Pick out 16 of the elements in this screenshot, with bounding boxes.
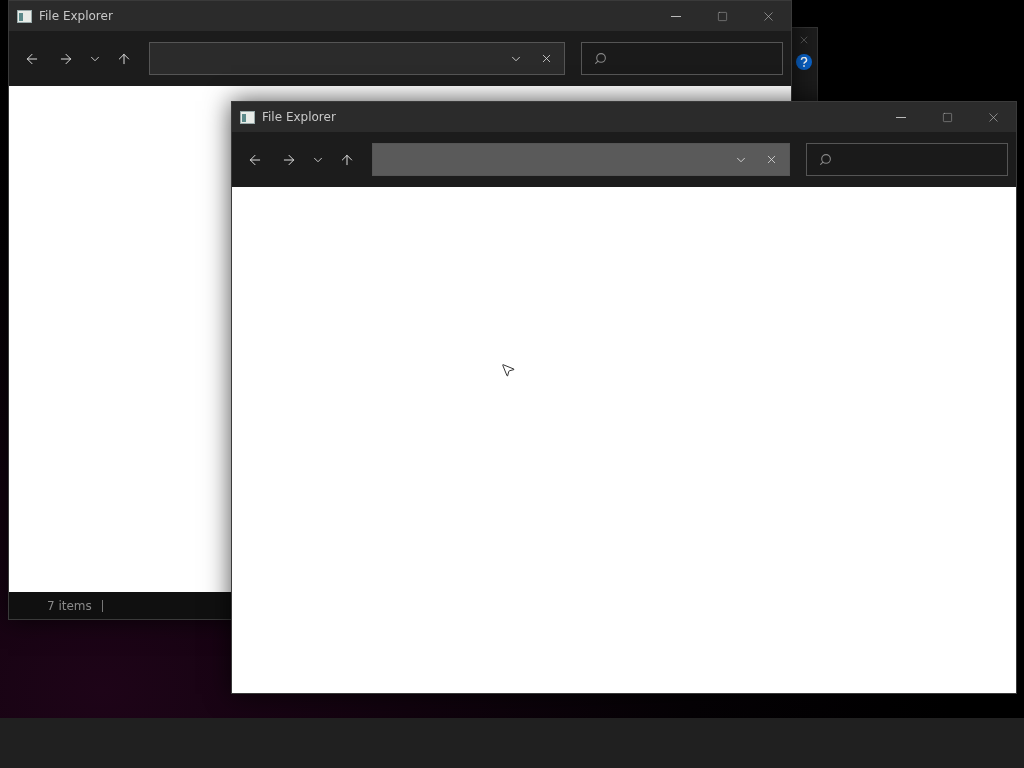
folder-window-icon — [17, 9, 32, 23]
minimize-icon — [896, 116, 906, 118]
close-icon — [798, 34, 810, 46]
search-icon — [594, 52, 607, 65]
search-field[interactable] — [581, 42, 783, 75]
search-field[interactable] — [806, 143, 1008, 176]
mouse-cursor-icon — [500, 362, 516, 378]
maximize-icon — [716, 10, 728, 22]
item-count: 7 items — [47, 598, 92, 613]
window-title: File Explorer — [39, 9, 114, 23]
window-title: File Explorer — [262, 110, 337, 124]
maximize-icon — [941, 111, 953, 123]
help-icon[interactable] — [796, 54, 812, 70]
minimize-icon — [671, 15, 681, 17]
search-icon — [819, 153, 832, 166]
folder-window-icon — [240, 110, 255, 124]
